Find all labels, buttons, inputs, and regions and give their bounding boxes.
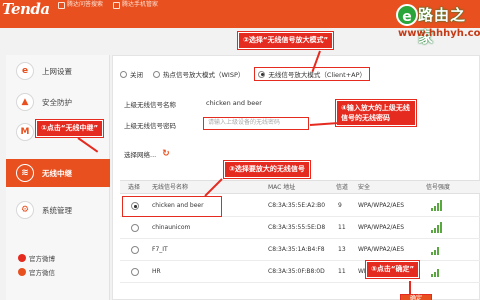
watermark-url: www.hhhyh.com — [398, 28, 480, 39]
sidebar-item-security[interactable]: ▲ 安全防护 — [6, 88, 110, 116]
signal-strength-icon — [431, 200, 443, 211]
phone-icon — [113, 1, 121, 9]
row-radio[interactable] — [131, 224, 139, 232]
row-mac: C8:3A:35:55:5E:D8 — [268, 224, 326, 231]
callout-step4-line2: 信号的无线密码 — [341, 114, 390, 122]
row-ssid: HR — [152, 268, 161, 275]
signal-strength-icon — [431, 266, 443, 277]
callout-step4: ④输入放大的上级无线 信号的无线密码 — [336, 100, 416, 126]
col-ssid: 无线信号名称 — [152, 184, 189, 191]
gear-icon: ⚙ — [16, 201, 34, 219]
mode-option-label: 热点信号放大模式（WISP） — [163, 71, 245, 79]
wechat-link[interactable]: 官方微信 — [18, 267, 55, 277]
sidebar-item-wireless-repeater[interactable]: ≋ 无线中继 — [6, 159, 110, 187]
callout-step3: ③选择要放大的无线信号 — [224, 161, 310, 178]
mode-option-off[interactable]: 关闭 — [120, 69, 143, 79]
row-ssid: F7_IT — [152, 246, 168, 253]
mode-option-label: 关闭 — [130, 71, 143, 79]
mode-option-label: 无线信号放大模式（Client+AP） — [268, 71, 367, 79]
watermark-badge-icon: e — [396, 4, 418, 26]
mobile-manager-label: 腾达手机管家 — [122, 1, 159, 8]
row-radio[interactable] — [131, 246, 139, 254]
search-icon — [58, 1, 65, 9]
radio-icon — [258, 70, 266, 78]
col-mac: MAC 地址 — [268, 184, 296, 191]
row-mac: C8:3A:35:5E:A2:B0 — [268, 202, 326, 209]
shield-icon: ▲ — [16, 93, 34, 111]
watermark: e 路由之家 www.hhhyh.com — [396, 2, 480, 46]
table-row[interactable]: chinaunicom C8:3A:35:55:5E:D8 11 WPA/WPA… — [120, 217, 480, 239]
table-row[interactable]: F7_IT C8:3A:35:1A:B4:F8 13 WPA/WPA2/AES — [120, 239, 480, 261]
signal-strength-icon — [431, 244, 443, 255]
qa-search-link[interactable]: 腾达问答搜索 — [58, 0, 103, 10]
scan-label: 选择网络... — [124, 151, 157, 159]
ssid-value: chicken and beer — [206, 99, 262, 107]
callout-arrow — [409, 281, 411, 295]
sidebar-item-label: 上网设置 — [42, 66, 72, 76]
row-security: WPA/WPA2/AES — [358, 246, 405, 253]
scan-networks: 选择网络... ↻ — [124, 149, 170, 159]
col-select: 选择 — [128, 184, 141, 191]
col-security: 安全 — [358, 184, 371, 191]
qa-search-label: 腾达问答搜索 — [67, 1, 104, 8]
sidebar: e 上网设置 ▲ 安全防护 M ≋ 无线中继 ⚙ 系统管理 官方微博 官方微信 — [6, 55, 110, 300]
row-channel: 11 — [338, 268, 346, 275]
watermark-name: 路由之家 — [418, 6, 467, 46]
wifi-icon: ≋ — [16, 164, 34, 182]
row-ssid: chinaunicom — [152, 224, 191, 231]
globe-icon: e — [16, 62, 34, 80]
radio-icon — [120, 70, 127, 78]
col-channel: 信道 — [336, 184, 349, 191]
sidebar-item-internet[interactable]: e 上网设置 — [6, 57, 110, 85]
radio-icon — [153, 70, 160, 78]
row-radio[interactable] — [131, 268, 139, 276]
ssid-label: 上级无线信号名称 — [124, 101, 176, 109]
callout-step5: ⑤点击“确定” — [366, 261, 420, 278]
password-label: 上级无线信号密码 — [124, 122, 176, 130]
row-security: WPA/WPA2/AES — [358, 224, 405, 231]
row-security: WPA/WPA2/AES — [358, 202, 405, 209]
tenda-logo[interactable]: Tenda — [2, 0, 50, 18]
sidebar-item-system[interactable]: ⚙ 系统管理 — [6, 196, 110, 224]
sidebar-item-label: 系统管理 — [42, 205, 72, 215]
refresh-icon[interactable]: ↻ — [162, 149, 170, 159]
table-row[interactable]: HR C8:3A:35:0F:B8:0D 11 WPA/WPA2/AES — [120, 261, 480, 283]
child-icon: M — [16, 123, 34, 141]
password-input[interactable]: 请输入上级设备的无线密码 — [203, 117, 309, 130]
weibo-link[interactable]: 官方微博 — [18, 253, 55, 263]
header-links: 腾达问答搜索 腾达手机管家 — [58, 0, 158, 10]
wechat-icon — [18, 268, 26, 276]
row-channel: 13 — [338, 246, 346, 253]
callout-step2: ②选择“无线信号放大模式” — [238, 32, 334, 49]
col-signal: 信号强度 — [426, 184, 451, 191]
sidebar-item-label: 安全防护 — [42, 97, 72, 107]
mobile-manager-link[interactable]: 腾达手机管家 — [113, 0, 158, 10]
row-channel: 11 — [338, 224, 346, 231]
callout-step4-line1: ④输入放大的上级无线 — [341, 104, 410, 112]
weibo-icon — [18, 254, 26, 262]
selected-ssid-highlight — [122, 196, 222, 217]
row-channel: 9 — [338, 202, 342, 209]
weibo-label: 官方微博 — [29, 255, 55, 263]
callout-step1: ①点击“无线中继” — [36, 120, 104, 137]
sidebar-item-label: 无线中继 — [42, 168, 72, 178]
mode-option-wisp[interactable]: 热点信号放大模式（WISP） — [153, 69, 244, 79]
wechat-label: 官方微信 — [29, 269, 55, 277]
row-mac: C8:3A:35:0F:B8:0D — [268, 268, 325, 275]
row-mac: C8:3A:35:1A:B4:F8 — [268, 246, 325, 253]
table-header: 选择 无线信号名称 MAC 地址 信道 安全 信号强度 — [120, 180, 480, 194]
signal-strength-icon — [431, 222, 443, 233]
mode-selector: 关闭 热点信号放大模式（WISP） 无线信号放大模式（Client+AP） — [120, 67, 371, 81]
save-button[interactable]: 确定 — [400, 294, 432, 300]
